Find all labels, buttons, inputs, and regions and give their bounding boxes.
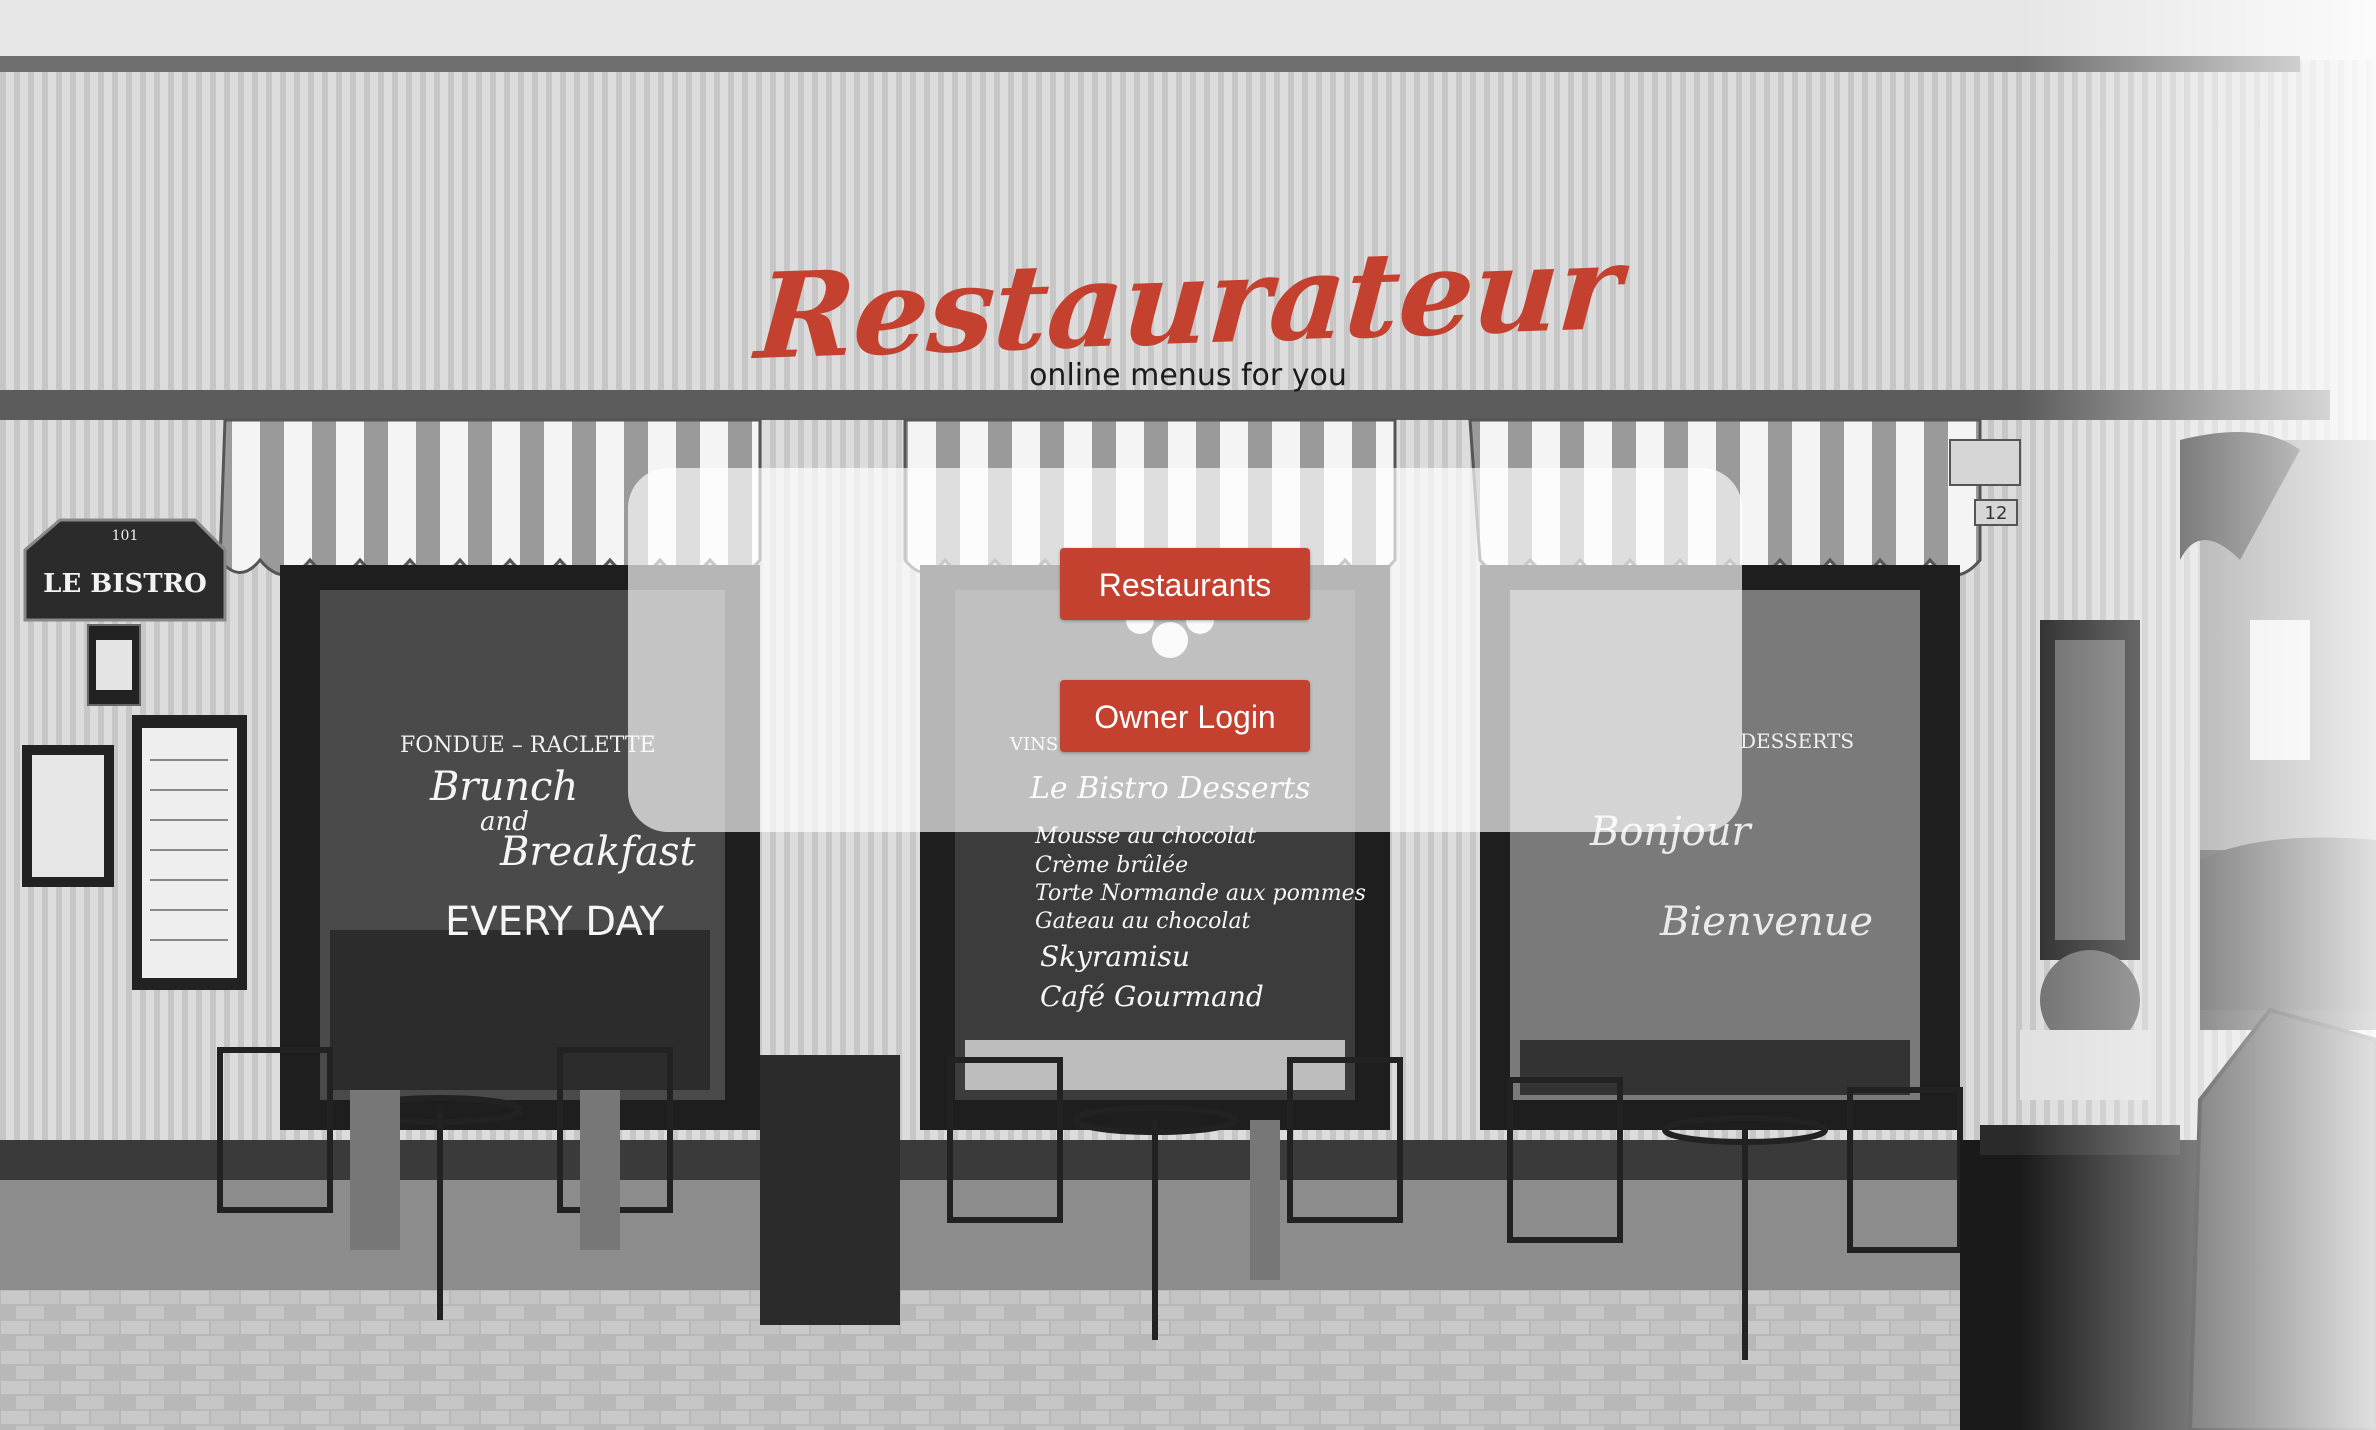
owner-login-button[interactable]: Owner Login [1060, 680, 1310, 752]
landing-page: FONDUE – RACLETTE Brunch and Breakfast E… [0, 0, 2376, 1430]
tagline: online menus for you [1029, 358, 1347, 393]
brand-header: Restaurateur [0, 217, 2376, 386]
restaurants-button[interactable]: Restaurants [1060, 548, 1310, 620]
action-panel [628, 468, 1742, 832]
